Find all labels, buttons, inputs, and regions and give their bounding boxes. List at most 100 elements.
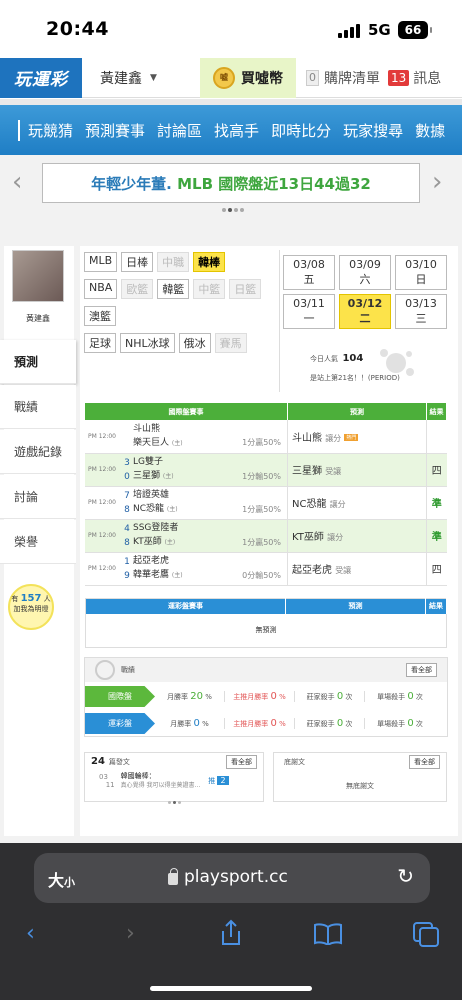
article-item[interactable]: 03 11 韓國輪棒： 真心覺得 我可以得坐莫證書... 推 2: [85, 772, 263, 790]
side-menu-game-log[interactable]: 遊戲紀錄: [0, 430, 76, 474]
game-score: 48: [121, 519, 133, 553]
side-menu-honor[interactable]: 榮譽: [0, 520, 76, 564]
coin-icon: 噓: [213, 66, 235, 89]
chevron-left-icon[interactable]: ‹: [12, 167, 22, 197]
game-time: PM 12:00: [85, 519, 121, 553]
record-see-all-button[interactable]: 看全部: [406, 663, 437, 677]
record-row-label: 運彩盤: [85, 713, 155, 734]
game-pick: 起亞老虎 受讓: [287, 552, 427, 586]
banner-carousel: ‹ 年輕少年董. MLB 國際盤近13日44過32 ›: [0, 155, 462, 215]
games-header-match: 國際盤賽事: [85, 403, 288, 420]
nav-item[interactable]: 找高手: [214, 120, 259, 141]
game-line: 1分贏50%: [225, 486, 288, 520]
game-line: 1分贏50%: [225, 420, 288, 454]
articles-see-all-button[interactable]: 看全部: [226, 755, 257, 769]
buy-coin-button[interactable]: 噓買噓幣: [200, 57, 296, 98]
monthly-win-rate: 月勝率 20 %: [155, 691, 225, 702]
date-tab[interactable]: 03/11 一: [283, 294, 335, 329]
cart-label: 購牌清單: [324, 70, 380, 87]
sport-tab[interactable]: 日棒: [121, 252, 154, 272]
table-row: PM 12:00 4 8 SSG登陸者 KT巫師 (主) 1分贏50% KT巫師 讓分 準: [85, 519, 447, 553]
divider: [279, 250, 280, 392]
status-bar: 20:44 5G 66: [0, 0, 462, 58]
sport-tab[interactable]: MLB: [84, 252, 118, 272]
side-menu-discussion[interactable]: 討論: [0, 475, 76, 519]
reader-text-size-button[interactable]: 大小: [48, 867, 75, 891]
replies-see-all-button[interactable]: 看全部: [409, 755, 440, 769]
game-score: [121, 420, 133, 454]
sport-tab[interactable]: 足球: [84, 333, 116, 353]
game-pick: 三星獅 受讓: [287, 453, 427, 487]
date-tab[interactable]: 03/13 三: [395, 294, 447, 329]
banner-text-blue: 年輕少年董.: [91, 174, 172, 193]
nav-item[interactable]: 玩家搜尋: [343, 120, 403, 141]
caret-down-icon: ▼: [150, 72, 157, 83]
lottery-header-pick: 預測: [285, 598, 426, 614]
game-result: 準: [426, 486, 447, 520]
sport-tab[interactable]: 澳籃: [84, 306, 116, 326]
date-tab[interactable]: 03/12 二: [339, 294, 391, 329]
tabs-icon[interactable]: [412, 921, 440, 947]
article-title: 韓國輪棒： 真心覺得 我可以得坐莫證書...: [120, 772, 201, 789]
game-pick: KT巫師 讓分: [287, 519, 427, 553]
reload-icon[interactable]: ↻: [397, 864, 414, 888]
game-line: 1分輸50%: [225, 453, 288, 487]
nav-item[interactable]: 數據: [415, 120, 445, 141]
date-tab[interactable]: 03/09 六: [339, 255, 391, 290]
date-tab[interactable]: 03/10 日: [395, 255, 447, 290]
record-title: 戰績: [121, 666, 135, 674]
side-menu-record[interactable]: 戰績: [0, 385, 76, 429]
messages-button[interactable]: 13 訊息: [388, 68, 441, 88]
carousel-dots: [222, 208, 244, 212]
nav-item[interactable]: 即時比分: [271, 120, 331, 141]
sport-tab: 歐籃: [121, 279, 154, 299]
game-score: 30: [121, 453, 133, 487]
banner[interactable]: 年輕少年董. MLB 國際盤近13日44過32: [42, 163, 420, 203]
profile-name: 黃建鑫: [26, 314, 50, 323]
buy-coin-label: 買噓幣: [241, 70, 283, 87]
game-teams: 起亞老虎 韓華老鷹 (主): [133, 552, 226, 586]
lottery-table: 運彩盤賽事 預測 結果 無預測: [85, 598, 447, 648]
record-row: 國際盤 月勝率 20 % 主推月勝率 0 % 莊家殺手 0 次 單場殺手 0 次: [85, 684, 447, 709]
single-killer: 單場殺手 0 次: [377, 691, 423, 702]
cart-button[interactable]: 0 購牌清單: [296, 68, 388, 88]
share-icon[interactable]: [219, 919, 243, 947]
site-header: 玩運彩 黃建鑫 ▼ 噓買噓幣 0 購牌清單 13 訊息: [0, 57, 462, 98]
game-teams: LG雙子 三星獅 (主): [133, 453, 226, 487]
lottery-header-match: 運彩盤賽事: [85, 598, 286, 614]
article-push: 推 2: [208, 776, 229, 786]
clock: 20:44: [46, 18, 109, 40]
sport-tab[interactable]: 韓棒: [193, 252, 226, 272]
game-teams: SSG登陸者 KT巫師 (主): [133, 519, 226, 553]
banner-text-green: MLB 國際盤近13日44過32: [177, 174, 371, 193]
game-line: 0分輸50%: [225, 552, 288, 586]
house-killer: 莊家殺手 0 次: [295, 691, 365, 702]
lottery-header-result: 結果: [425, 598, 447, 614]
date-tab[interactable]: 03/08 五: [283, 255, 335, 290]
chevron-right-icon[interactable]: ›: [432, 167, 442, 197]
side-menu-predict[interactable]: 預測: [0, 340, 76, 384]
target-icon: [95, 660, 115, 680]
forward-icon[interactable]: ›: [126, 921, 135, 946]
sport-tab[interactable]: NHL冰球: [120, 333, 175, 353]
nav-item[interactable]: 討論區: [157, 120, 202, 141]
record-row-label: 國際盤: [85, 686, 155, 707]
sport-tab[interactable]: 俄冰: [178, 333, 211, 353]
bookmarks-icon[interactable]: [313, 923, 343, 945]
avatar[interactable]: [12, 250, 64, 302]
page-dots: [168, 801, 181, 804]
nav-item[interactable]: 玩競猜: [18, 119, 73, 141]
back-icon[interactable]: ‹: [26, 921, 35, 946]
user-menu[interactable]: 黃建鑫 ▼: [82, 68, 200, 88]
game-score: 19: [121, 552, 133, 586]
table-row: PM 12:00 1 9 起亞老虎 韓華老鷹 (主) 0分輸50% 起亞老虎 受讓 四: [85, 552, 447, 586]
record-row: 運彩盤 月勝率 0 % 主推月勝率 0 % 莊家殺手 0 次 單場殺手 0 次: [85, 711, 447, 736]
nav-item[interactable]: 預測賽事: [85, 120, 145, 141]
messages-label: 訊息: [413, 70, 442, 87]
sport-tab[interactable]: 韓籃: [157, 279, 190, 299]
lightbulb-icon[interactable]: 有 157 人加我為明燈: [8, 584, 54, 630]
address-bar[interactable]: 大小 playsport.cc ↻: [34, 853, 430, 903]
site-logo[interactable]: 玩運彩: [0, 57, 82, 98]
articles-panel: 24 篇發文 看全部 03 11 韓國輪棒： 真心覺得 我可以得坐莫證書... 推 2: [84, 752, 264, 802]
sport-tab[interactable]: NBA: [84, 279, 118, 299]
